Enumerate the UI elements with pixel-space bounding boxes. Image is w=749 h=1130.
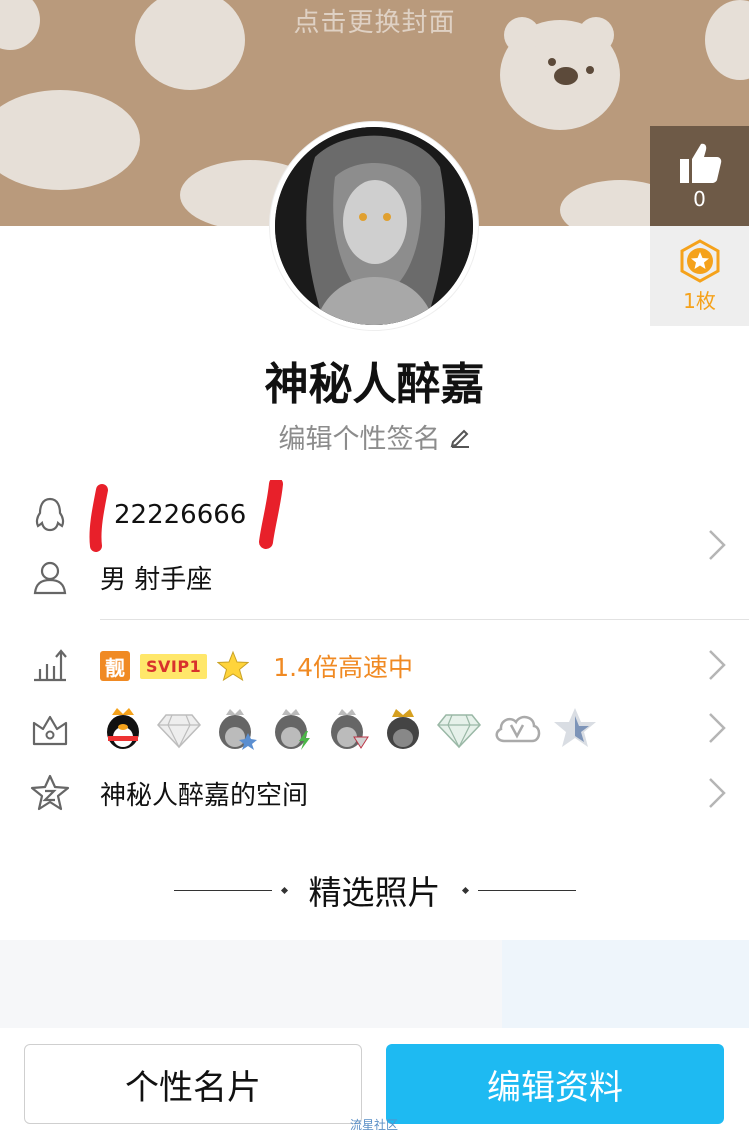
- penguin-crown-dark-icon: [387, 709, 419, 749]
- star-icon: [217, 650, 250, 682]
- nickname: 神秘人醉嘉: [264, 359, 485, 410]
- medals-list: [100, 705, 598, 751]
- person-icon: [30, 557, 70, 597]
- chart-up-icon: [30, 645, 70, 685]
- medal-star-icon: [680, 238, 719, 283]
- penguin-crown-icon: [107, 708, 139, 749]
- cloud-v-icon: [495, 715, 541, 743]
- signature-edit[interactable]: 编辑个性签名: [0, 417, 749, 456]
- redaction-marks: [89, 480, 283, 552]
- star-z-icon: [30, 773, 70, 813]
- avatar-image: [275, 127, 473, 325]
- divider-dot: [280, 886, 288, 894]
- cover-hint: 点击更换封面: [293, 8, 456, 38]
- chevron-right-icon[interactable]: [707, 776, 727, 810]
- profile-card-button[interactable]: 个性名片: [24, 1044, 362, 1124]
- gender-sign: 男 射手座: [100, 564, 213, 595]
- chevron-right-icon[interactable]: [707, 648, 727, 682]
- pencil-icon: [450, 429, 469, 448]
- diamond-green-icon: [437, 714, 481, 749]
- watermark: 流星社区: [350, 1118, 399, 1130]
- divider: [100, 619, 749, 620]
- crown-box-icon: [30, 710, 70, 750]
- penguin-lightning-icon: [275, 709, 310, 750]
- svip-badge: SVIP1: [140, 653, 208, 679]
- like-button[interactable]: 0: [650, 126, 749, 226]
- like-count: 0: [693, 187, 706, 211]
- divider-line: [173, 889, 272, 891]
- medal-button[interactable]: 1枚: [650, 226, 749, 326]
- medal-count: 1枚: [683, 288, 716, 313]
- space-row[interactable]: 神秘人醉嘉的空间: [0, 768, 749, 818]
- thumbs-up-icon: [679, 143, 721, 183]
- space-label: 神秘人醉嘉的空间: [100, 780, 309, 811]
- speed-text: 1.4倍高速中: [273, 653, 413, 682]
- section-title: 精选照片: [308, 873, 441, 912]
- penguin-outline-icon: [30, 495, 70, 535]
- star-blue-icon: [554, 708, 596, 747]
- vip-badges: 靓 SVIP1 1.4倍高速中: [100, 648, 413, 684]
- penguin-star-icon: [219, 709, 257, 750]
- liang-badge: 靓: [100, 651, 130, 681]
- penguin-gem-icon: [331, 709, 369, 749]
- signature-text: 编辑个性签名: [278, 424, 441, 455]
- gender-row: 男 射手座: [0, 552, 749, 602]
- chevron-right-icon[interactable]: [707, 528, 727, 562]
- diamond-icon: [157, 714, 201, 749]
- section-header: 精选照片: [0, 866, 749, 914]
- avatar[interactable]: [270, 122, 478, 330]
- edit-profile-button[interactable]: 编辑资料: [386, 1044, 724, 1124]
- chevron-right-icon[interactable]: [707, 711, 727, 745]
- divider-dot: [461, 886, 469, 894]
- divider-line: [477, 889, 576, 891]
